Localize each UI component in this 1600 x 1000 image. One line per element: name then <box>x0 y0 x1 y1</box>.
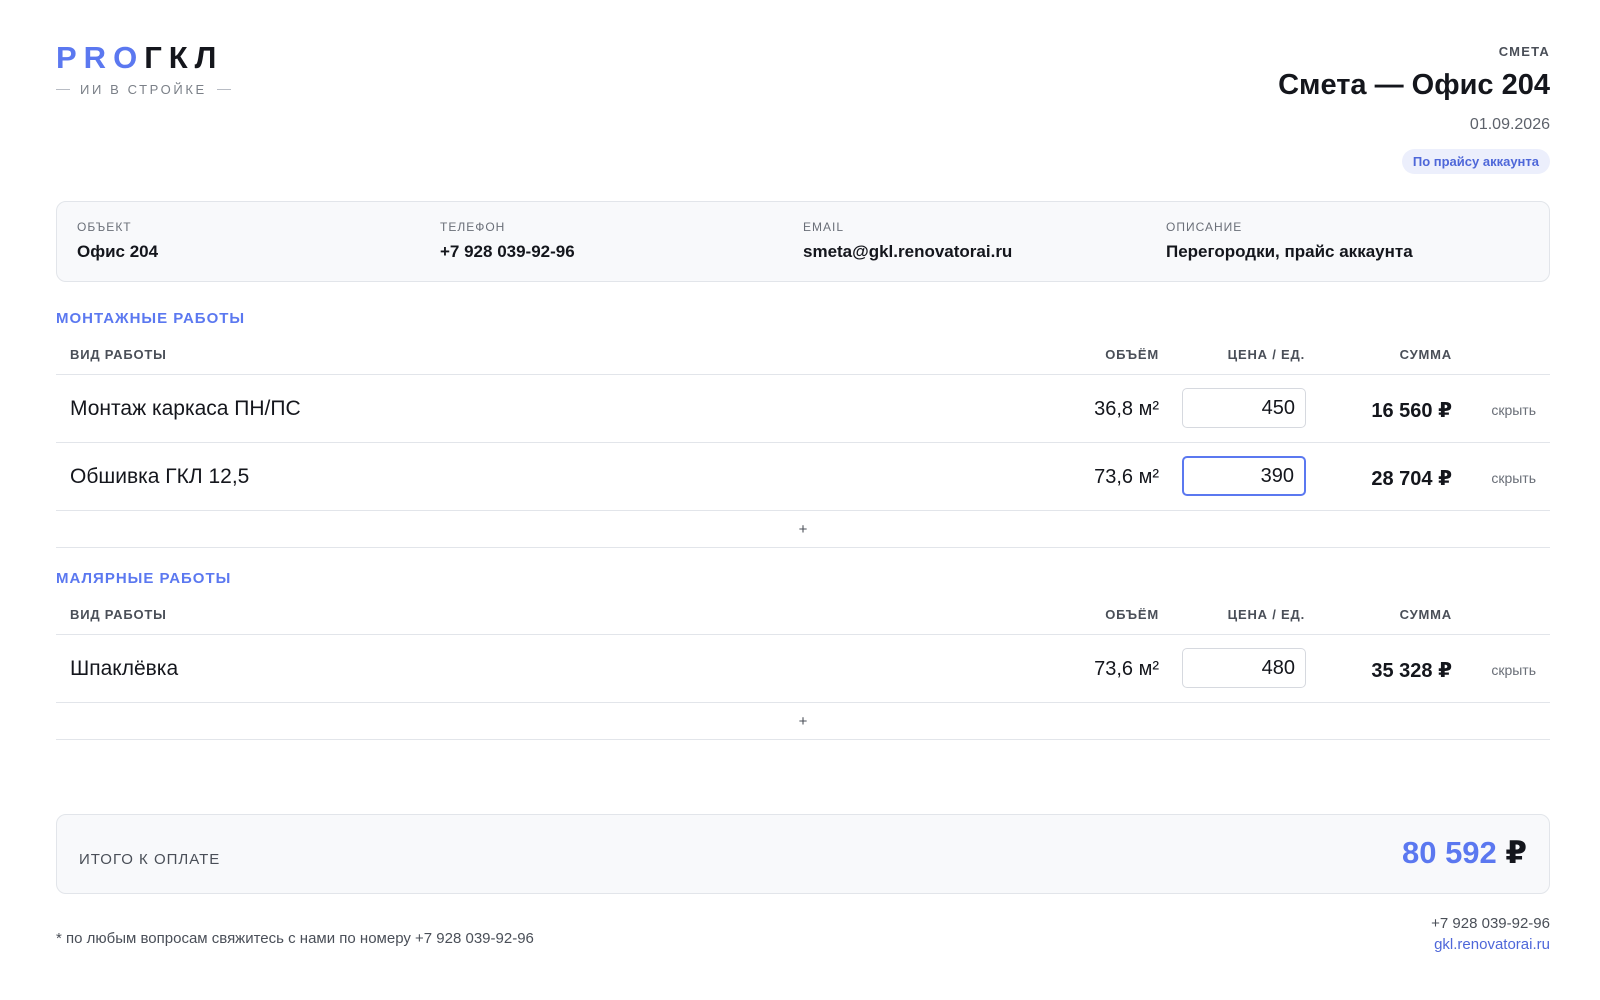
info-phone-label: ТЕЛЕФОН <box>440 220 506 234</box>
pricing-badge: По прайсу аккаунта <box>1401 149 1550 174</box>
row-work-name: Обшивка ГКЛ 12,5 <box>70 465 250 488</box>
row-hide-button[interactable]: скрыть <box>1491 470 1536 486</box>
logo-tagline: ИИ В СТРОЙКЕ <box>80 82 207 97</box>
brand-logo: PROГКЛ ИИ В СТРОЙКЕ <box>56 40 231 97</box>
row-work-name: Монтаж каркаса ПН/ПС <box>70 397 301 420</box>
info-email: EMAIL smeta@gkl.renovatorai.ru <box>803 202 1166 281</box>
col-volume-header: ОБЪЁМ <box>1105 347 1159 362</box>
col-price-header: ЦЕНА / ЕД. <box>1227 347 1305 362</box>
section-title: МАЛЯРНЫЕ РАБОТЫ <box>56 570 232 587</box>
info-object-label: ОБЪЕКТ <box>77 220 132 234</box>
row-hide-button[interactable]: скрыть <box>1491 402 1536 418</box>
total-label: ИТОГО К ОПЛАТЕ <box>79 851 221 868</box>
footer-phone: +7 928 039-92-96 <box>1431 915 1550 932</box>
row-sum: 16 560 ₽ <box>1371 400 1452 422</box>
info-description-value: Перегородки, прайс аккаунта <box>1166 242 1413 261</box>
add-row-button[interactable]: + <box>799 713 808 730</box>
col-sum-header: СУММА <box>1399 347 1452 362</box>
info-phone-value: +7 928 039-92-96 <box>440 242 575 261</box>
col-volume-header: ОБЪЁМ <box>1105 607 1159 622</box>
logo-gkl: ГКЛ <box>144 40 224 75</box>
logo-tagline-row: ИИ В СТРОЙКЕ <box>56 82 231 97</box>
tagline-dash-left <box>56 89 70 90</box>
section-installation: МОНТАЖНЫЕ РАБОТЫ ВИД РАБОТЫ ОБЪЁМ ЦЕНА /… <box>56 310 1550 548</box>
section-painting: МАЛЯРНЫЕ РАБОТЫ ВИД РАБОТЫ ОБЪЁМ ЦЕНА / … <box>56 570 1550 740</box>
add-row-bar: + <box>56 511 1550 548</box>
logo-pro: PRO <box>56 40 145 75</box>
col-price-header: ЦЕНА / ЕД. <box>1227 607 1305 622</box>
info-description-label: ОПИСАНИЕ <box>1166 220 1243 234</box>
table-row: Монтаж каркаса ПН/ПС 36,8 м² 16 560 ₽ ск… <box>56 375 1550 443</box>
info-email-label: EMAIL <box>803 220 845 234</box>
logo-wordmark: PROГКЛ <box>56 40 231 76</box>
row-sum: 28 704 ₽ <box>1371 468 1452 490</box>
table-header: ВИД РАБОТЫ ОБЪЁМ ЦЕНА / ЕД. СУММА <box>56 587 1550 635</box>
row-hide-button[interactable]: скрыть <box>1491 662 1536 678</box>
table-row: Обшивка ГКЛ 12,5 73,6 м² 28 704 ₽ скрыть <box>56 443 1550 511</box>
footer-contacts: +7 928 039-92-96 gkl.renovatorai.ru <box>1431 915 1550 953</box>
col-work-header: ВИД РАБОТЫ <box>70 607 167 622</box>
info-card: ОБЪЕКТ Офис 204 ТЕЛЕФОН +7 928 039-92-96… <box>56 201 1550 282</box>
row-volume: 36,8 м² <box>1094 398 1159 420</box>
document-date: 01.09.2026 <box>1469 116 1550 133</box>
add-row-button[interactable]: + <box>799 521 808 538</box>
document-kind: СМЕТА <box>1498 44 1550 59</box>
info-description: ОПИСАНИЕ Перегородки, прайс аккаунта <box>1166 202 1529 281</box>
total-amount: 80 592 <box>1401 835 1497 870</box>
footer-note: * по любым вопросам свяжитесь с нами по … <box>56 930 534 947</box>
row-price-input[interactable] <box>1182 648 1306 688</box>
tagline-dash-right <box>216 89 231 90</box>
footer-site-link[interactable]: gkl.renovatorai.ru <box>1431 936 1550 953</box>
total-value: 80 592 ₽ <box>1402 835 1527 871</box>
info-email-value: smeta@gkl.renovatorai.ru <box>803 242 1013 261</box>
estimate-page: PROГКЛ ИИ В СТРОЙКЕ СМЕТА Смета — Офис 2… <box>56 0 1550 1000</box>
total-card: ИТОГО К ОПЛАТЕ 80 592 ₽ <box>56 814 1550 894</box>
document-title: Смета — Офис 204 <box>1278 69 1550 101</box>
row-work-name: Шпаклёвка <box>70 657 179 680</box>
row-volume: 73,6 м² <box>1094 658 1159 680</box>
row-sum: 35 328 ₽ <box>1371 660 1452 682</box>
row-price-input[interactable] <box>1182 388 1306 428</box>
col-sum-header: СУММА <box>1399 607 1452 622</box>
col-work-header: ВИД РАБОТЫ <box>70 347 167 362</box>
info-phone: ТЕЛЕФОН +7 928 039-92-96 <box>440 202 803 281</box>
table-header: ВИД РАБОТЫ ОБЪЁМ ЦЕНА / ЕД. СУММА <box>56 327 1550 375</box>
info-object: ОБЪЕКТ Офис 204 <box>77 202 440 281</box>
info-object-value: Офис 204 <box>77 242 159 261</box>
section-title: МОНТАЖНЫЕ РАБОТЫ <box>56 310 246 327</box>
total-currency: ₽ <box>1505 835 1527 870</box>
row-price-input[interactable] <box>1182 456 1306 496</box>
row-volume: 73,6 м² <box>1094 466 1159 488</box>
document-header: СМЕТА Смета — Офис 204 01.09.2026 По пра… <box>1278 44 1550 174</box>
add-row-bar: + <box>56 703 1550 740</box>
table-row: Шпаклёвка 73,6 м² 35 328 ₽ скрыть <box>56 635 1550 703</box>
